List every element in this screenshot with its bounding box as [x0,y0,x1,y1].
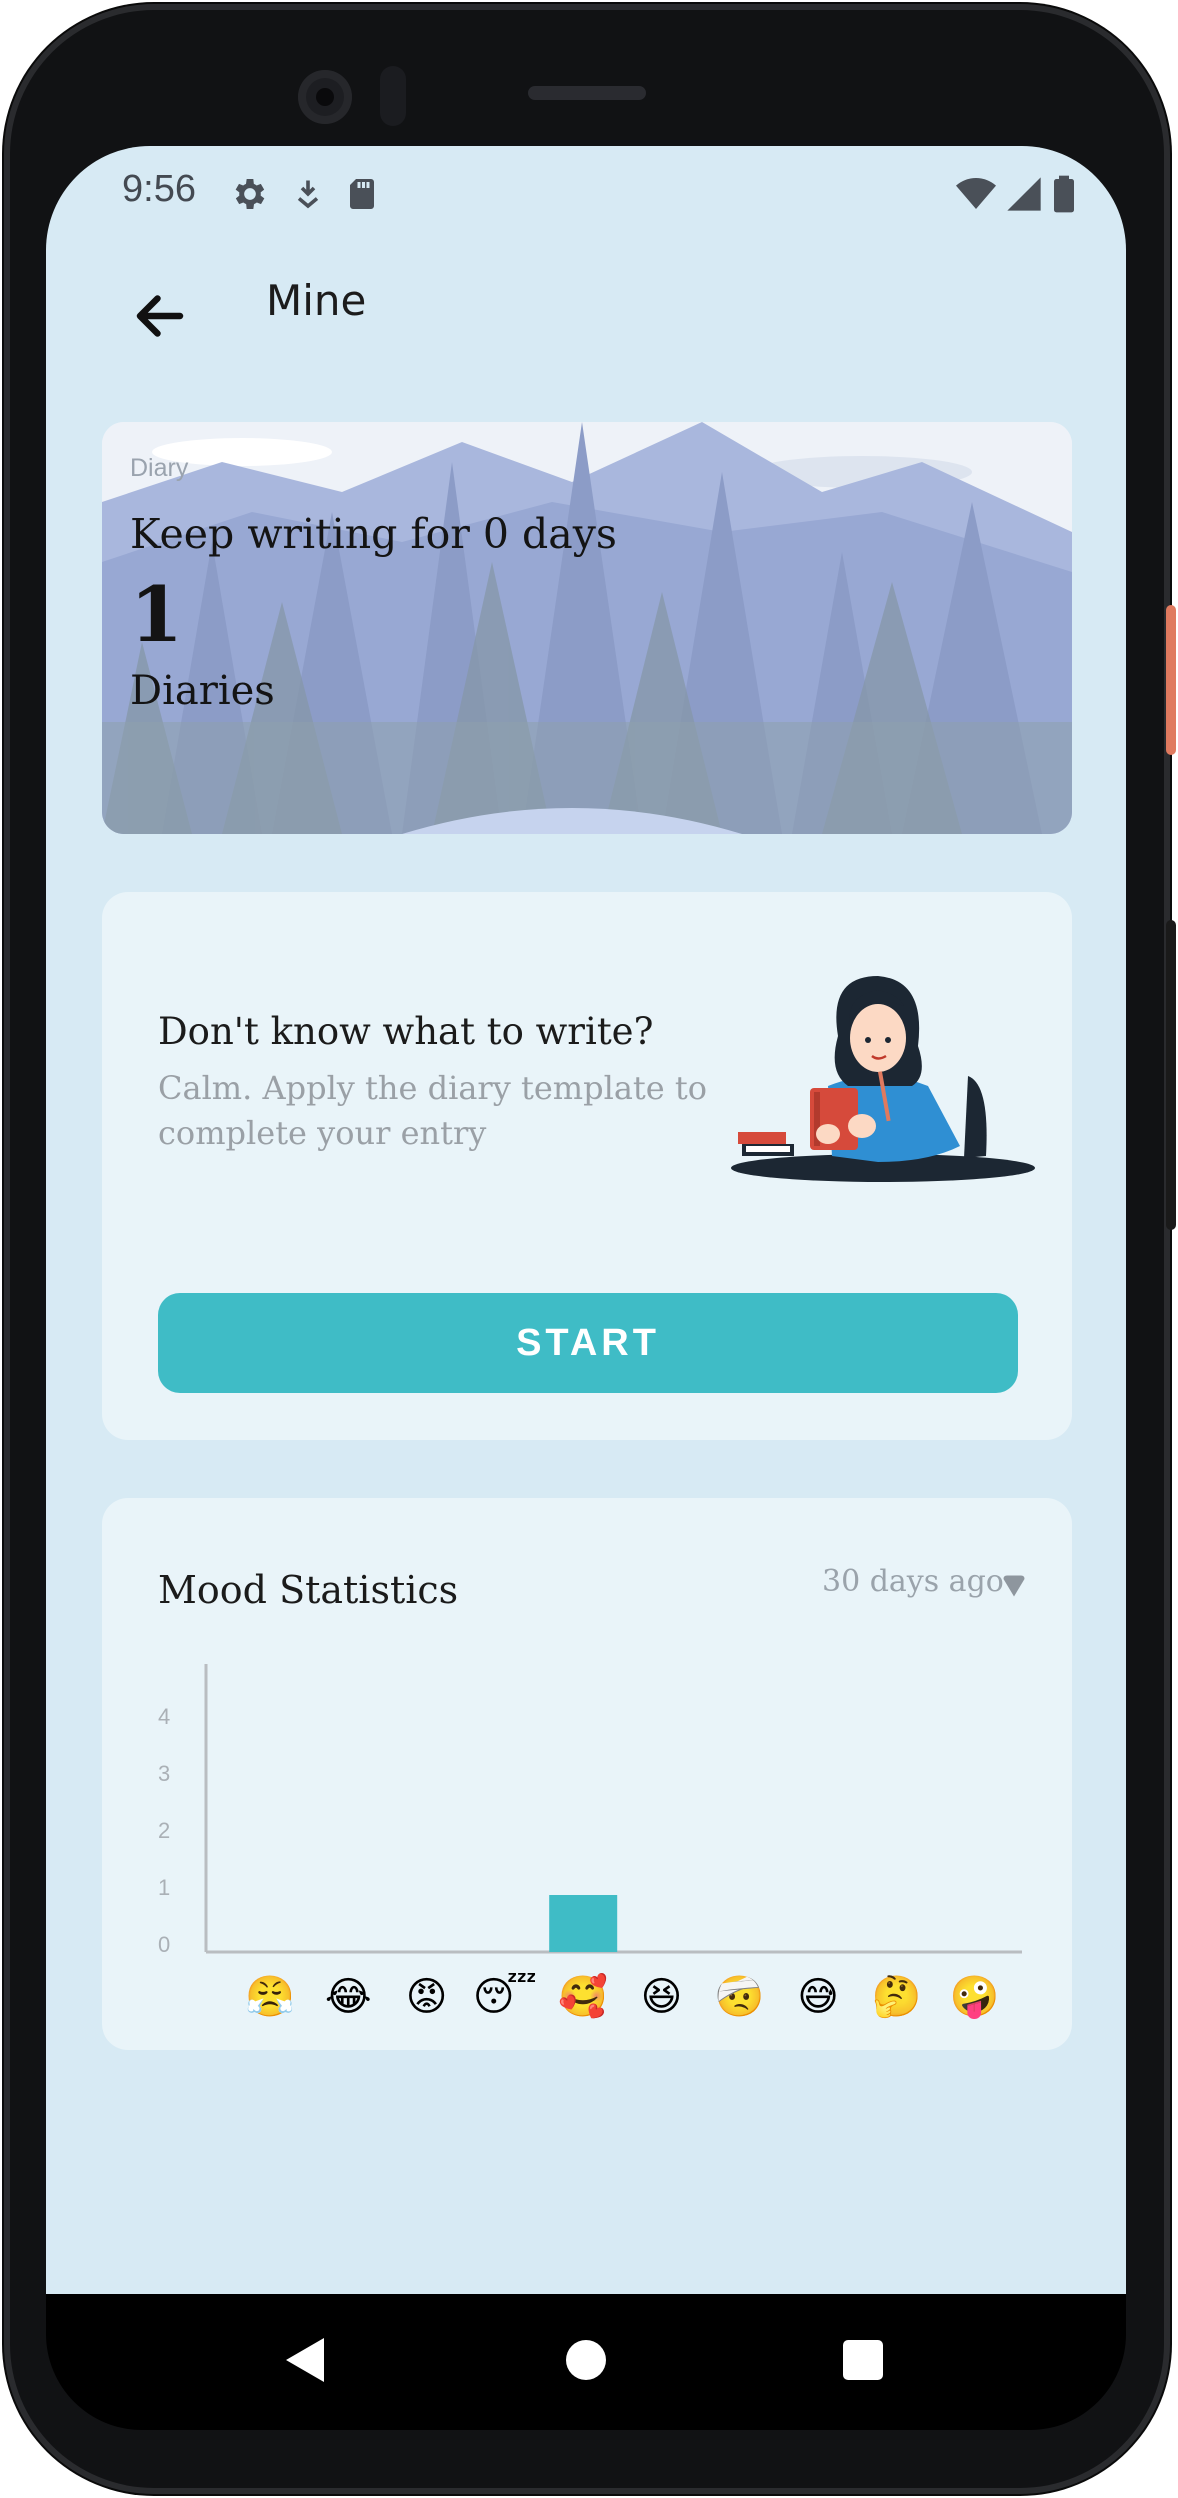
proximity-sensor [380,66,406,126]
sd-card-icon [350,179,374,209]
navigation-bar [46,2294,1126,2430]
start-button[interactable]: START [158,1293,1018,1393]
wifi-icon [956,178,996,209]
page-title: Mine [266,276,367,325]
y-tick-label: 4 [158,1704,170,1729]
mood-emoji-label: 🤪 [950,1974,1000,2020]
template-subtitle: Calm. Apply the diary template to comple… [158,1069,707,1152]
app-screen: 9:56 Mine Diary Keep writing for 0 days … [46,146,1126,2294]
mood-emoji-label: 😴 [473,1972,537,2020]
diary-count: 1 [130,570,183,659]
template-suggestion-card: Don't know what to write? Calm. Apply th… [102,892,1072,1440]
settings-icon [235,179,265,209]
y-tick-label: 3 [158,1761,170,1786]
template-title: Don't know what to write? [158,1010,654,1053]
nav-back-icon[interactable] [286,2338,324,2382]
status-bar: 9:56 [46,146,1126,236]
mood-emoji-label: 🥰 [558,1972,608,2020]
y-tick-label: 2 [158,1818,170,1843]
mood-emoji-label: 😡 [406,1974,448,2020]
diary-summary-card[interactable]: Diary Keep writing for 0 days 1 Diaries [102,422,1072,834]
back-arrow-icon[interactable] [130,286,190,346]
forest-background-illustration [102,422,1072,834]
signal-icon [1007,177,1041,211]
mood-statistics-card: Mood Statistics 30 days ago 0 1 2 3 4 😤 😂 😡 😴 🥰 😆 🤕… [102,1498,1072,2050]
mood-emoji-label: 😂 [325,1974,372,2020]
volume-button [1166,920,1176,1230]
writing-girl-illustration [731,976,1035,1182]
mood-emoji-label: 😆 [641,1974,683,2020]
mood-emoji-label: 🤔 [871,1974,921,2020]
power-button [1166,605,1176,755]
download-icon [297,180,319,209]
mood-emoji-label: 😅 [797,1974,839,2020]
mood-emoji-label: 😤 [245,1974,295,2020]
y-tick-label: 0 [158,1932,170,1957]
mood-bar [549,1895,618,1952]
diary-label: Diary [130,454,189,482]
front-camera [298,70,352,124]
mood-bar-chart: 0 1 2 3 4 😤 😂 😡 😴 🥰 😆 🤕 😅 🤔 🤪 [158,1664,1022,2020]
battery-icon [1054,175,1074,213]
nav-recents-icon[interactable] [843,2340,883,2380]
earpiece-speaker [528,86,646,100]
diary-count-label: Diaries [130,668,275,714]
status-time: 9:56 [122,168,196,210]
nav-home-icon[interactable] [566,2340,606,2380]
streak-text: Keep writing for 0 days [130,510,617,558]
y-tick-label: 1 [158,1875,170,1900]
mood-emoji-label: 🤕 [715,1974,765,2020]
